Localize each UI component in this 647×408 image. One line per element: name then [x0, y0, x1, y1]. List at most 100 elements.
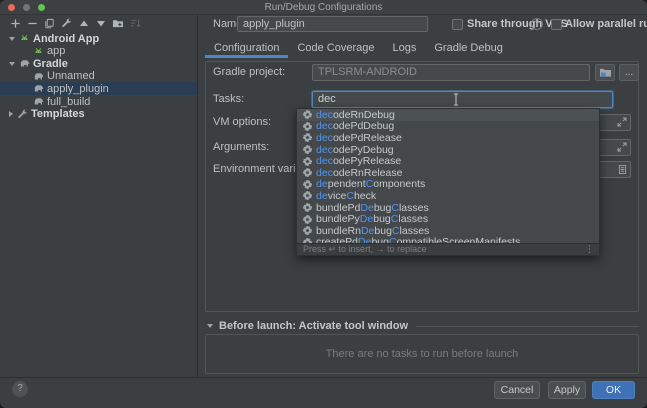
- item-text: odePyRelease: [333, 155, 401, 167]
- android-icon: [19, 33, 30, 44]
- autocomplete-hint-bar: Press ↵ to insert, → to replace ⋮: [297, 243, 599, 255]
- gear-icon: [303, 226, 312, 235]
- tree-item-gradle[interactable]: Gradle: [0, 57, 197, 70]
- tab-code-coverage[interactable]: Code Coverage: [288, 40, 383, 58]
- item-text: heck: [354, 190, 376, 202]
- expand-editor-icon[interactable]: [617, 142, 627, 152]
- chevron-down-icon[interactable]: [9, 37, 15, 41]
- tasks-input[interactable]: dec: [312, 91, 613, 108]
- browse-project-button[interactable]: [595, 64, 615, 81]
- footer-divider: [0, 377, 647, 378]
- item-text: bug: [374, 225, 392, 237]
- item-text: odePyDebug: [333, 144, 394, 156]
- tree-item-templates[interactable]: Templates: [0, 108, 197, 121]
- autocomplete-item[interactable]: bundleRnDebugClasses: [297, 225, 599, 237]
- gradle-icon: [33, 71, 44, 82]
- autocomplete-item[interactable]: decodePyRelease: [297, 155, 599, 167]
- new-folder-icon[interactable]: [111, 17, 125, 30]
- gradle-project-value: TPLSRM-ANDROID: [318, 66, 417, 78]
- match-highlight: De: [360, 213, 373, 225]
- match-highlight: dec: [316, 167, 333, 179]
- more-icon[interactable]: ⋮: [585, 244, 593, 255]
- autocomplete-item[interactable]: bundlePdDebugClasses: [297, 202, 599, 214]
- autocomplete-item[interactable]: decodePyDebug: [297, 144, 599, 156]
- item-text: odeRnRelease: [333, 167, 402, 179]
- cancel-button[interactable]: Cancel: [494, 381, 540, 399]
- gear-icon: [303, 122, 312, 131]
- tree-item-full-build[interactable]: full_build: [0, 95, 197, 108]
- autocomplete-item[interactable]: deviceCheck: [297, 190, 599, 202]
- tasks-label: Tasks:: [213, 93, 244, 105]
- share-vcs-checkbox[interactable]: [452, 19, 463, 30]
- tree-item-apply-plugin[interactable]: apply_plugin: [0, 82, 197, 95]
- match-highlight: dec: [316, 155, 333, 167]
- chevron-down-icon[interactable]: [9, 62, 15, 66]
- tree-item-unnamed[interactable]: Unnamed: [0, 70, 197, 83]
- item-text: pendent: [328, 178, 366, 190]
- sort-icon: [128, 17, 142, 30]
- match-highlight: C: [391, 202, 399, 214]
- item-text: vice: [328, 190, 347, 202]
- match-highlight: de: [316, 178, 328, 190]
- item-text: bug: [371, 237, 389, 243]
- gear-icon: [303, 145, 312, 154]
- item-text: ompatibleScreenManifests: [397, 237, 521, 243]
- browse-env-vars-icon[interactable]: [618, 164, 627, 175]
- item-text: bundlePd: [316, 202, 360, 214]
- match-highlight: De: [361, 225, 374, 237]
- gear-icon: [303, 110, 312, 119]
- chevron-right-icon[interactable]: [9, 111, 13, 117]
- tab-configuration[interactable]: Configuration: [205, 40, 288, 58]
- item-text: bundlePy: [316, 213, 360, 225]
- autocomplete-item[interactable]: decodePdRelease: [297, 132, 599, 144]
- tree-item-label: Gradle: [33, 58, 68, 70]
- tree-item-android-app[interactable]: Android App: [0, 32, 197, 45]
- tab-gradle-debug[interactable]: Gradle Debug: [425, 40, 512, 58]
- move-down-icon[interactable]: [94, 17, 108, 30]
- help-button[interactable]: ?: [12, 381, 28, 397]
- templates-icon: [17, 109, 28, 120]
- tab-logs[interactable]: Logs: [384, 40, 426, 58]
- more-options-button[interactable]: ...: [619, 64, 639, 81]
- edit-defaults-icon[interactable]: [60, 17, 74, 30]
- name-input[interactable]: apply_plugin: [237, 16, 428, 32]
- item-text: lasses: [399, 202, 429, 214]
- allow-parallel-checkbox[interactable]: [551, 19, 562, 30]
- title-bar: Run/Debug Configurations: [0, 0, 647, 15]
- add-icon[interactable]: [8, 17, 22, 30]
- tree-item-app[interactable]: app: [0, 45, 197, 58]
- window-title: Run/Debug Configurations: [0, 2, 647, 13]
- item-text: lasses: [400, 225, 430, 237]
- autocomplete-item[interactable]: decodeRnRelease: [297, 167, 599, 179]
- autocomplete-hint-text: Press ↵ to insert, → to replace: [303, 244, 427, 255]
- vcs-help-icon[interactable]: ?: [531, 18, 543, 30]
- copy-icon[interactable]: [42, 17, 56, 30]
- autocomplete-item[interactable]: decodeRnDebug: [297, 109, 599, 121]
- autocomplete-item[interactable]: dependentComponents: [297, 179, 599, 191]
- autocomplete-item[interactable]: decodePdDebug: [297, 121, 599, 133]
- match-highlight: C: [366, 178, 374, 190]
- gradle-project-label: Gradle project:: [213, 66, 285, 78]
- match-highlight: C: [346, 190, 354, 202]
- apply-button[interactable]: Apply: [548, 381, 586, 399]
- gradle-project-input[interactable]: TPLSRM-ANDROID: [312, 64, 590, 81]
- move-up-icon[interactable]: [77, 17, 91, 30]
- match-highlight: de: [316, 190, 328, 202]
- expand-editor-icon[interactable]: [617, 117, 627, 127]
- item-text: odeRnDebug: [333, 109, 395, 121]
- ok-button[interactable]: OK: [592, 381, 635, 399]
- tree-item-label: Android App: [33, 33, 99, 45]
- vm-options-label: VM options:: [213, 116, 271, 128]
- before-launch-header[interactable]: Before launch: Activate tool window: [205, 320, 639, 332]
- remove-icon[interactable]: [25, 17, 39, 30]
- autocomplete-item[interactable]: bundlePyDebugClasses: [297, 213, 599, 225]
- item-text: omponents: [373, 178, 425, 190]
- folder-icon: [599, 67, 612, 78]
- gear-icon: [303, 157, 312, 166]
- tree-item-label: apply_plugin: [47, 83, 109, 95]
- gradle-icon: [19, 58, 30, 69]
- gear-icon: [303, 203, 312, 212]
- gear-icon: [303, 238, 312, 243]
- gear-icon: [303, 215, 312, 224]
- chevron-down-icon: [207, 324, 213, 328]
